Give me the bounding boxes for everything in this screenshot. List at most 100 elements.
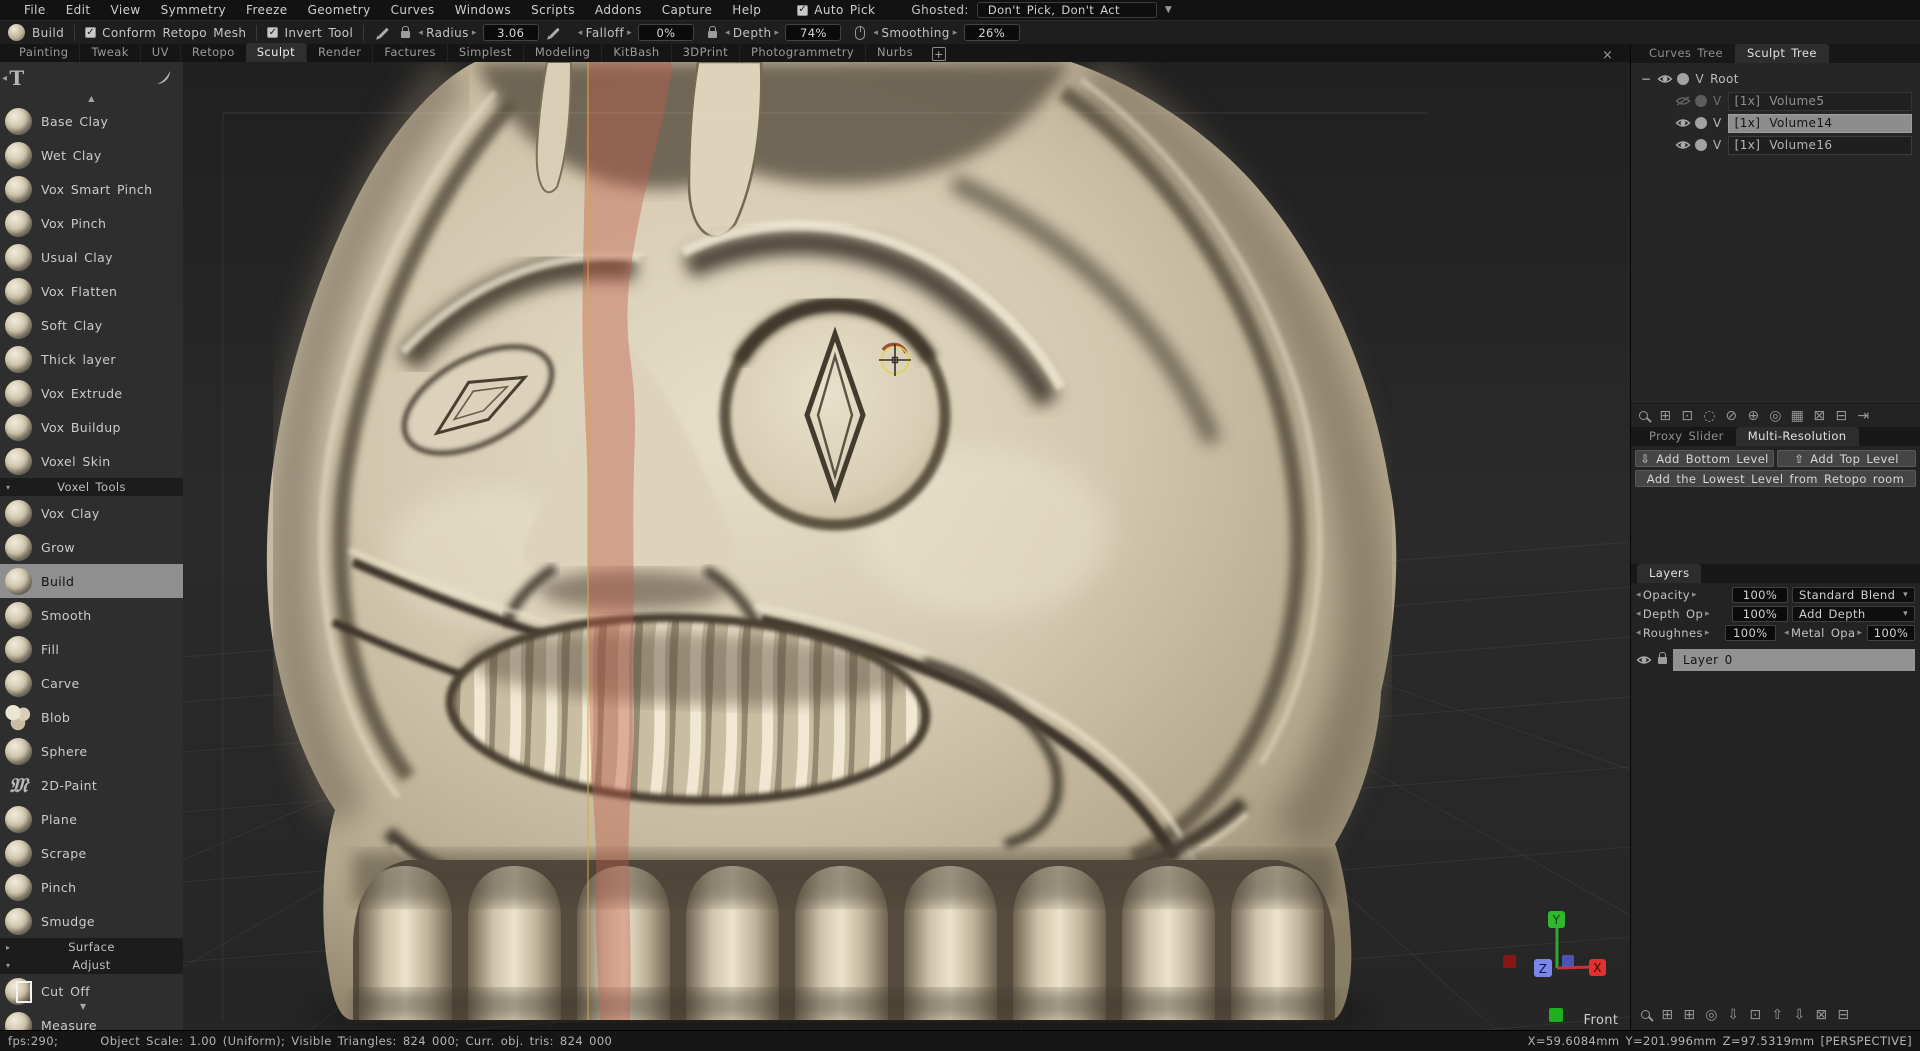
move-layer-up-icon[interactable]: ⇧ (1769, 1006, 1786, 1023)
sidebar-item-grow[interactable]: Grow (0, 530, 183, 564)
spinner-right-icon[interactable]: ▸ (472, 28, 477, 38)
sidebar-item-build[interactable]: Build (0, 564, 183, 598)
close-icon[interactable]: × (1602, 48, 1613, 63)
tab-tweak[interactable]: Tweak (79, 43, 139, 62)
depth-value[interactable]: 74% (785, 24, 842, 41)
viewport-3d[interactable]: Y Z X Front (183, 62, 1630, 1030)
smoothing-spinner[interactable]: ◂ Smoothing ▸ (873, 26, 957, 40)
menu-view[interactable]: View (101, 3, 151, 17)
sidebar-item-soft-clay[interactable]: Soft Clay (0, 308, 183, 342)
menu-help[interactable]: Help (722, 3, 771, 17)
falloff-spinner[interactable]: ◂ Falloff ▸ (578, 26, 632, 40)
ghosted-dropdown[interactable]: Don't Pick, Don't Act (976, 2, 1157, 18)
menu-file[interactable]: File (14, 3, 56, 17)
auto-pick-toggle[interactable]: ✓ Auto Pick (797, 3, 875, 17)
axis-square-blue[interactable] (1562, 955, 1574, 967)
sidebar-item-fill[interactable]: Fill (0, 632, 183, 666)
add-room-button[interactable]: + (931, 47, 946, 61)
tree-row-volume14[interactable]: V [1x] Volume14 (1641, 112, 1916, 134)
opacity-value[interactable]: 100% (1732, 587, 1788, 603)
section-adjust[interactable]: ▾ Adjust (0, 956, 183, 974)
duplicate-layer-icon[interactable]: ⊡ (1747, 1006, 1764, 1023)
tab-modeling[interactable]: Modeling (522, 43, 602, 62)
sidebar-item-2d-paint[interactable]: 𝔐 2D-Paint (0, 768, 183, 802)
visibility-eye-icon[interactable] (1675, 117, 1691, 129)
spinner-right-icon[interactable]: ▸ (953, 28, 958, 38)
blend-mode-dropdown[interactable]: Standard Blend ▾ (1792, 587, 1915, 603)
tab-kitbash[interactable]: KitBash (601, 43, 670, 62)
falloff-value[interactable]: 0% (638, 24, 694, 41)
add-layer-icon[interactable]: ⊞ (1659, 1006, 1676, 1023)
collapse-root-icon[interactable]: − (1641, 72, 1651, 86)
sidebar-item-pinch[interactable]: Pinch (0, 870, 183, 904)
delete-file-icon[interactable]: ⊠ (1811, 407, 1828, 424)
delete-layer-icon[interactable]: ⊠ (1813, 1006, 1830, 1023)
sidebar-item-carve[interactable]: Carve (0, 666, 183, 700)
visibility-eye-off-icon[interactable] (1675, 95, 1691, 107)
layer-name[interactable]: Layer 0 (1673, 649, 1915, 671)
tab-sculpt[interactable]: Sculpt (245, 43, 307, 62)
layer-row[interactable]: Layer 0 (1636, 649, 1915, 671)
clone-icon[interactable]: ⊡ (1679, 407, 1696, 424)
tab-factures[interactable]: Factures (372, 43, 446, 62)
to-origin-icon[interactable]: ◎ (1767, 407, 1784, 424)
scroll-down-icon[interactable]: ▼ (80, 1002, 87, 1012)
visibility-eye-icon[interactable] (1657, 73, 1674, 85)
spinner-right-icon[interactable]: ▸ (627, 28, 632, 38)
layer-lock-icon[interactable] (1658, 651, 1667, 664)
sidebar-item-sphere[interactable]: Sphere (0, 734, 183, 768)
invert-tool-toggle[interactable]: ✓ Invert Tool (267, 26, 353, 40)
tab-retopo[interactable]: Retopo (179, 43, 246, 62)
pen-pressure-depth-icon[interactable] (548, 27, 560, 38)
tab-painting[interactable]: Painting (8, 43, 79, 62)
tab-uv[interactable]: UV (139, 43, 180, 62)
save-down-icon[interactable]: ⇩ (1725, 1006, 1742, 1023)
sidebar-item-thick-layer[interactable]: Thick layer (0, 342, 183, 376)
sidebar-item-voxel-skin[interactable]: Voxel Skin (0, 444, 183, 478)
tab-nurbs[interactable]: Nurbs (865, 43, 924, 62)
sidebar-item-vox-clay[interactable]: Vox Clay (0, 496, 183, 530)
axis-gizmo[interactable]: Y Z X Front (1503, 911, 1618, 1028)
menu-symmetry[interactable]: Symmetry (151, 3, 236, 17)
axis-square-darkred[interactable] (1503, 955, 1516, 968)
trash-icon[interactable]: ⊟ (1833, 407, 1850, 424)
sidebar-item-vox-extrude[interactable]: Vox Extrude (0, 376, 183, 410)
sidebar-item-blob[interactable]: Blob (0, 700, 183, 734)
sidebar-item-vox-smart-pinch[interactable]: Vox Smart Pinch (0, 172, 183, 206)
move-layer-down-icon[interactable]: ⇩ (1791, 1006, 1808, 1023)
tab-curves-tree[interactable]: Curves Tree (1637, 44, 1735, 63)
spinner-right-icon[interactable]: ▸ (774, 28, 779, 38)
menu-addons[interactable]: Addons (585, 3, 652, 17)
sidebar-item-vox-buildup[interactable]: Vox Buildup (0, 410, 183, 444)
collapse-panel-icon[interactable]: ◂ (2, 73, 7, 84)
radius-spinner[interactable]: ◂ Radius ▸ (418, 26, 476, 40)
tab-layers[interactable]: Layers (1637, 564, 1702, 583)
section-surface[interactable]: ▸ Surface (0, 938, 183, 956)
menu-edit[interactable]: Edit (56, 3, 101, 17)
tree-row-volume16[interactable]: V [1x] Volume16 (1641, 134, 1916, 156)
section-voxel-tools[interactable]: ▾ Voxel Tools (0, 478, 183, 496)
sidebar-item-measure[interactable]: Measure ▼ (0, 1002, 183, 1030)
visibility-eye-icon[interactable] (1675, 139, 1691, 151)
scroll-up-icon[interactable]: ▲ (0, 94, 183, 104)
merge-target-icon[interactable]: ◌ (1701, 407, 1718, 424)
metal-value[interactable]: 100% (1867, 625, 1915, 641)
tab-simplest[interactable]: Simplest (446, 43, 523, 62)
spinner-left-icon[interactable]: ◂ (578, 28, 583, 38)
record-icon[interactable]: ◎ (1703, 1006, 1720, 1023)
tab-3dprint[interactable]: 3DPrint (670, 43, 739, 62)
menu-geometry[interactable]: Geometry (298, 3, 381, 17)
viewport-canvas[interactable]: Y Z X Front (183, 62, 1630, 1030)
tree-row-volume5[interactable]: V [1x] Volume5 (1641, 90, 1916, 112)
tab-sculpt-tree[interactable]: Sculpt Tree (1734, 44, 1829, 63)
pen-pressure-radius-icon[interactable] (378, 27, 390, 38)
grid-icon[interactable]: ▦ (1789, 407, 1806, 424)
menu-capture[interactable]: Capture (652, 3, 723, 17)
sidebar-item-usual-clay[interactable]: Usual Clay (0, 240, 183, 274)
spinner-left-icon[interactable]: ◂ (725, 28, 730, 38)
roughness-spinner[interactable]: ◂ Roughnes ▸ (1636, 626, 1721, 640)
menu-scripts[interactable]: Scripts (521, 3, 585, 17)
zoom-icon[interactable] (1637, 1006, 1654, 1023)
sidebar-item-cut-off[interactable]: Cut Off (0, 974, 183, 1008)
add-folder-icon[interactable]: ⊞ (1681, 1006, 1698, 1023)
